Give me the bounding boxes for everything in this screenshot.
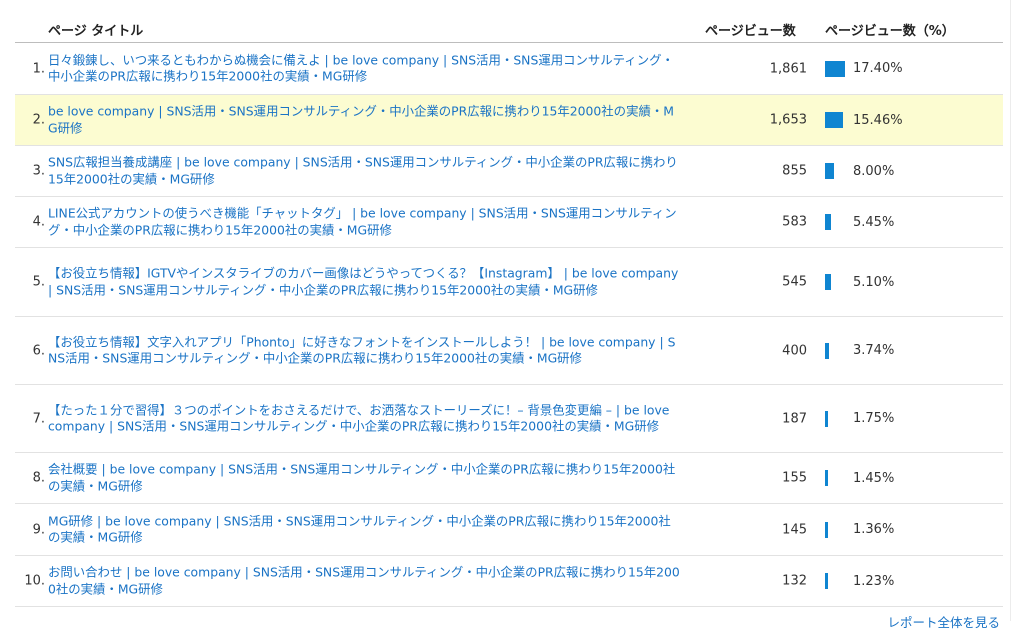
pageview-percent: 1.23% (853, 573, 895, 589)
table-row: 9. MG研修 | be love company | SNS活用・SNS運用コ… (15, 504, 1003, 556)
view-full-report-link[interactable]: レポート全体を見る (887, 612, 1000, 631)
pageview-percent-cell: 15.46% (825, 111, 903, 129)
page-title-link[interactable]: MG研修 | be love company | SNS活用・SNS運用コンサル… (48, 513, 680, 546)
row-rank: 8. (32, 470, 45, 486)
page-title-link[interactable]: 【お役立ち情報】IGTVやインスタライブのカバー画像はどうやってつくる？【Ins… (48, 266, 680, 299)
table-row: 4. LINE公式アカウントの使うべき機能「チャットタグ」 | be love … (15, 197, 1003, 248)
percent-bar (825, 521, 828, 538)
pageview-percent: 17.40% (853, 61, 903, 76)
percent-bar (825, 573, 828, 589)
row-rank: 2. (32, 112, 45, 128)
table-row: 5. 【お役立ち情報】IGTVやインスタライブのカバー画像はどうやってつくる？【… (15, 248, 1003, 317)
page-title-link[interactable]: 会社概要 | be love company | SNS活用・SNS運用コンサル… (48, 462, 680, 495)
pageview-percent-cell: 8.00% (825, 162, 894, 180)
scroll-divider (1010, 0, 1011, 621)
table-row: 7. 【たった１分で習得】３つのポイントをおさえるだけで、お洒落なストーリーズに… (15, 385, 1003, 453)
pageview-percent: 8.00% (853, 163, 895, 179)
pageview-count: 855 (782, 163, 807, 179)
pageview-percent-cell: 5.10% (825, 273, 894, 291)
page-title-link[interactable]: SNS広報担当養成講座 | be love company | SNS活用・SN… (48, 155, 680, 188)
pageview-percent: 1.45% (853, 470, 895, 486)
page-title-link[interactable]: 【お役立ち情報】文字入れアプリ「Phonto」に好きなフォントをインストールしよ… (48, 334, 680, 367)
percent-bar (825, 274, 831, 290)
row-rank: 7. (32, 411, 45, 426)
top-pages-table: ページ タイトル ページビュー数 ページビュー数（%） 1. 日々鍛錬し、いつ来… (15, 14, 1003, 607)
row-rank: 10. (24, 573, 45, 589)
pageview-percent: 1.36% (853, 522, 895, 537)
pageview-percent: 1.75% (853, 411, 895, 426)
table-row: 8. 会社概要 | be love company | SNS活用・SNS運用コ… (15, 453, 1003, 504)
pageview-count: 400 (782, 343, 807, 358)
pageview-percent-cell: 3.74% (825, 342, 894, 360)
table-row: 1. 日々鍛錬し、いつ来るともわからぬ機会に備えよ | be love comp… (15, 43, 1003, 95)
table-header: ページ タイトル ページビュー数 ページビュー数（%） (15, 14, 1003, 43)
pageview-percent-cell: 17.40% (825, 60, 903, 78)
page-title-link[interactable]: LINE公式アカウントの使うべき機能「チャットタグ」 | be love com… (48, 206, 680, 239)
percent-bar (825, 112, 843, 128)
page-title-link[interactable]: お問い合わせ | be love company | SNS活用・SNS運用コン… (48, 565, 680, 598)
pageview-count: 1,861 (769, 61, 807, 76)
pageview-percent-cell: 1.45% (825, 469, 894, 487)
pageview-percent: 15.46% (853, 112, 903, 128)
percent-bar (825, 470, 828, 486)
column-header-pageviews[interactable]: ページビュー数 (705, 20, 796, 39)
pageview-percent: 5.10% (853, 274, 895, 290)
pageview-percent: 3.74% (853, 343, 895, 358)
pageview-count: 132 (782, 573, 807, 589)
pageview-count: 145 (782, 522, 807, 537)
table-row: 2. be love company | SNS活用・SNS運用コンサルティング… (15, 95, 1003, 146)
pageview-count: 583 (782, 214, 807, 230)
pageview-count: 545 (782, 274, 807, 290)
percent-bar (825, 410, 828, 427)
row-rank: 6. (32, 343, 45, 358)
row-rank: 1. (32, 61, 45, 76)
percent-bar (825, 342, 829, 359)
page-title-link[interactable]: be love company | SNS活用・SNS運用コンサルティング・中小… (48, 104, 680, 137)
pageview-count: 155 (782, 470, 807, 486)
column-header-pageviews-percent[interactable]: ページビュー数（%） (825, 20, 955, 39)
pageview-percent-cell: 1.75% (825, 410, 894, 428)
percent-bar (825, 60, 845, 77)
row-rank: 9. (32, 522, 45, 537)
pageview-count: 187 (782, 411, 807, 426)
page-title-link[interactable]: 日々鍛錬し、いつ来るともわからぬ機会に備えよ | be love company… (48, 52, 680, 85)
table-row: 3. SNS広報担当養成講座 | be love company | SNS活用… (15, 146, 1003, 197)
table-row: 6. 【お役立ち情報】文字入れアプリ「Phonto」に好きなフォントをインストー… (15, 317, 1003, 385)
pageview-percent-cell: 1.23% (825, 572, 894, 590)
table-row: 10. お問い合わせ | be love company | SNS活用・SNS… (15, 556, 1003, 607)
pageview-percent-cell: 5.45% (825, 213, 894, 231)
row-rank: 4. (32, 214, 45, 230)
page-title-link[interactable]: 【たった１分で習得】３つのポイントをおさえるだけで、お洒落なストーリーズに！– … (48, 402, 680, 435)
row-rank: 5. (32, 274, 45, 290)
percent-bar (825, 163, 834, 179)
pageview-count: 1,653 (769, 112, 807, 128)
pageview-percent: 5.45% (853, 214, 895, 230)
pageview-percent-cell: 1.36% (825, 521, 894, 539)
column-header-page-title[interactable]: ページ タイトル (48, 20, 143, 39)
percent-bar (825, 214, 831, 230)
row-rank: 3. (32, 163, 45, 179)
